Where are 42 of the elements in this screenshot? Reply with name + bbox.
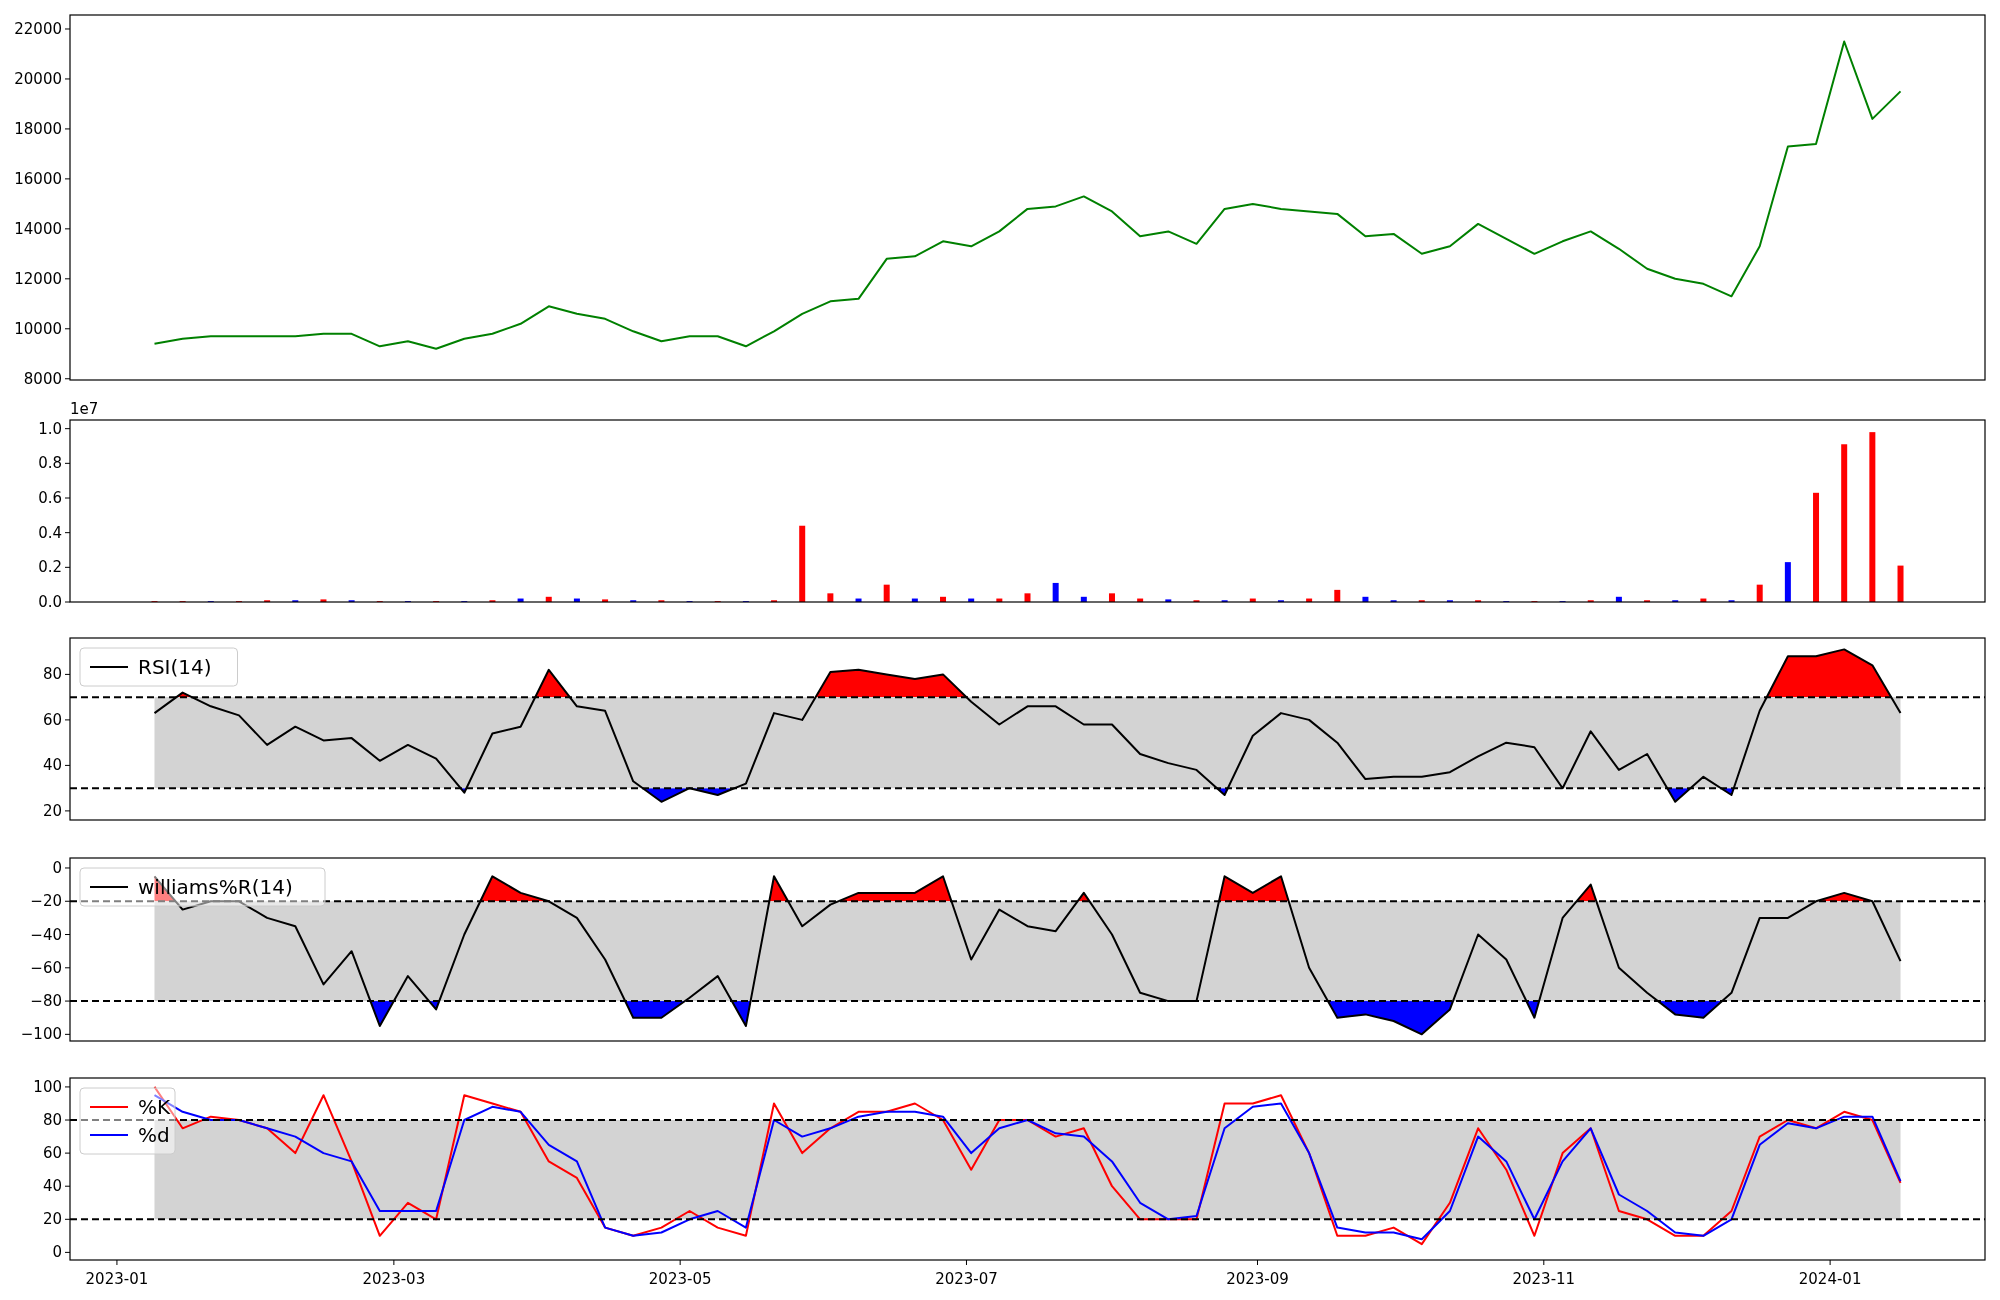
axis-tick-label: −40 xyxy=(30,925,62,944)
axis-tick-label: −100 xyxy=(20,1025,62,1044)
axis-tick-label: 60 xyxy=(42,710,62,729)
axis-tick-label: 10000 xyxy=(14,319,62,338)
axis-tick-label: 0.6 xyxy=(38,489,62,507)
axis-tick-label: 2023-03 xyxy=(362,1270,426,1288)
axis-tick-label: −60 xyxy=(30,958,62,977)
axis-tick-label: 0.2 xyxy=(38,558,62,577)
axis-tick-label: 2023-05 xyxy=(648,1270,712,1288)
axis-tick-label: 14000 xyxy=(14,219,62,238)
legend-label: williams%R(14) xyxy=(138,875,293,899)
legend-label: %d xyxy=(138,1123,170,1147)
legend-label: RSI(14) xyxy=(138,655,212,679)
axis-tick-label: 2024-01 xyxy=(1798,1270,1862,1288)
axis-tick-label: 2023-11 xyxy=(1512,1270,1576,1288)
axis-tick-label: 60 xyxy=(42,1144,62,1163)
axis-tick-label: 2023-09 xyxy=(1226,1270,1289,1288)
axis-tick-label: 80 xyxy=(42,665,62,684)
axis-tick-label: 40 xyxy=(42,1177,62,1196)
axis-tick-label: 20 xyxy=(42,801,62,820)
axis-tick-label: 1.0 xyxy=(38,419,62,438)
axis-tick-label: 16000 xyxy=(14,169,62,188)
axis-tick-label: −80 xyxy=(30,992,62,1011)
axis-tick-label: 0 xyxy=(52,1243,62,1262)
axis-offset-label: 1e7 xyxy=(70,400,99,418)
axis-tick-label: −20 xyxy=(30,892,62,911)
axis-tick-label: 0.0 xyxy=(38,593,62,611)
axis-tick-label: 80 xyxy=(42,1111,62,1130)
legend-label: %K xyxy=(138,1095,171,1119)
axis-tick-label: 40 xyxy=(42,756,62,775)
axis-tick-label: 0.8 xyxy=(38,454,62,473)
axis-tick-label: 18000 xyxy=(14,119,62,138)
axis-tick-label: 2023-01 xyxy=(85,1270,149,1288)
axis-tick-label: 0 xyxy=(52,859,62,877)
axis-tick-label: 12000 xyxy=(14,269,62,288)
axis-tick-label: 8000 xyxy=(23,369,62,388)
axis-tick-label: 0.4 xyxy=(38,523,62,542)
axis-tick-label: 2023-07 xyxy=(935,1270,998,1288)
axis-tick-label: 20 xyxy=(42,1210,62,1229)
axis-tick-label: 100 xyxy=(33,1077,62,1096)
axis-tick-label: 20000 xyxy=(14,69,62,88)
axis-tick-label: 22000 xyxy=(14,20,62,38)
